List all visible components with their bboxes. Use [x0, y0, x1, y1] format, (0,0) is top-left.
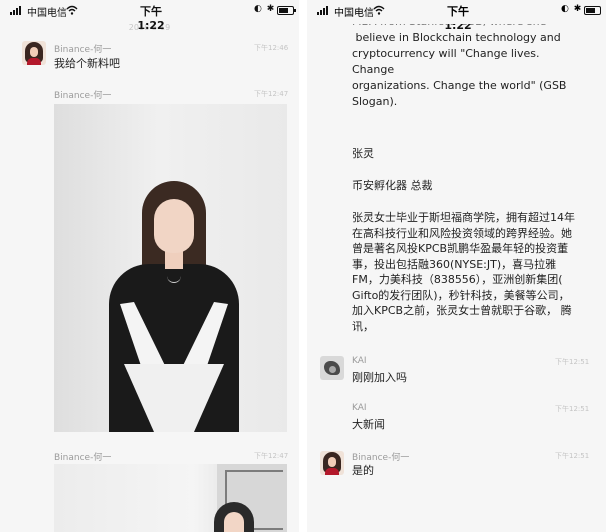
alarm-bluetooth-icons: ◐ ✱	[561, 4, 583, 14]
signal-icon	[10, 6, 24, 15]
message-time: 下午12:51	[555, 405, 590, 413]
shared-photo[interactable]	[54, 104, 287, 432]
bio-line: FM，力美科技（838556），亚洲创新集团(	[352, 273, 563, 286]
sender-name: Binance-何一	[54, 453, 112, 463]
message-text[interactable]: 我给个新料吧	[54, 55, 120, 72]
message-time: 下午12:51	[555, 452, 590, 460]
avatar-binance[interactable]	[320, 451, 344, 475]
bio-line: 事，投出包括融360(NYSE:JT)，喜马拉雅	[352, 257, 557, 271]
panel-divider	[299, 0, 307, 532]
signal-icon	[317, 6, 331, 15]
bio-line: 曾是著名风投KPCB凯鹏华盈最年轻的投资董	[352, 242, 569, 255]
message-time: 下午12:51	[555, 358, 590, 366]
article-line: organizations. Change the world" (GSB	[352, 79, 567, 92]
person-role: 币安孵化器 总裁	[352, 179, 433, 192]
status-time: 下午1:22	[137, 5, 165, 32]
carrier-name: 中国电信	[27, 8, 67, 19]
avatar-binance[interactable]	[22, 41, 46, 65]
message-time: 下午12:47	[254, 452, 289, 460]
bio-line: 讯，	[352, 319, 374, 333]
sender-name: KAI	[352, 356, 367, 366]
shared-photo-partial[interactable]	[54, 464, 287, 532]
message-text[interactable]: 是的	[352, 462, 374, 479]
article-line: believe in Blockchain technology and	[352, 31, 561, 44]
battery-icon	[584, 6, 601, 15]
article-line: Slogan).	[352, 95, 398, 108]
article-line: cryptocurrency will "Change lives. Chang…	[352, 47, 540, 76]
sender-name: KAI	[352, 403, 367, 413]
chat-panel-left: 中国电信 下午1:22 ◐ ✱ 2018-5-19 Binance-何一 下午1…	[0, 0, 299, 532]
message-time: 下午12:47	[254, 90, 289, 98]
bio-line: 加入KPCB之前，张灵女士曾就职于谷歌， 腾	[352, 304, 572, 317]
alarm-bluetooth-icons: ◐ ✱	[254, 4, 276, 14]
battery-icon	[277, 6, 296, 15]
status-bar: 中国电信 下午1:22 ◐ ✱	[0, 0, 299, 32]
message-time: 下午12:46	[254, 44, 289, 52]
status-time: 下午1:22	[444, 5, 471, 20]
status-bar-right: 中国电信 下午1:22 ◐ ✱	[307, 0, 606, 20]
wifi-icon	[373, 5, 385, 15]
sender-name: Binance-何一	[54, 45, 112, 55]
message-text[interactable]: 刚刚加入吗	[352, 369, 407, 386]
bio-line: 张灵女士毕业于斯坦福商学院，拥有超过14年	[352, 211, 575, 224]
bio-line: Gifto的发行团队)，秒针科技，美餐等公司，	[352, 288, 570, 302]
person-bio: 张灵女士毕业于斯坦福商学院，拥有超过14年 在高科技行业和风险投资领域的跨界经验…	[352, 210, 584, 334]
carrier-name: 中国电信	[334, 8, 374, 19]
person-name: 张灵	[352, 147, 374, 160]
bio-line: 在高科技行业和风险投资领域的跨界经验。她	[352, 226, 572, 240]
avatar-kai[interactable]	[320, 356, 344, 380]
message-text[interactable]: 大新闻	[352, 416, 385, 433]
sender-name: Binance-何一	[54, 91, 112, 101]
wifi-icon	[66, 5, 78, 15]
